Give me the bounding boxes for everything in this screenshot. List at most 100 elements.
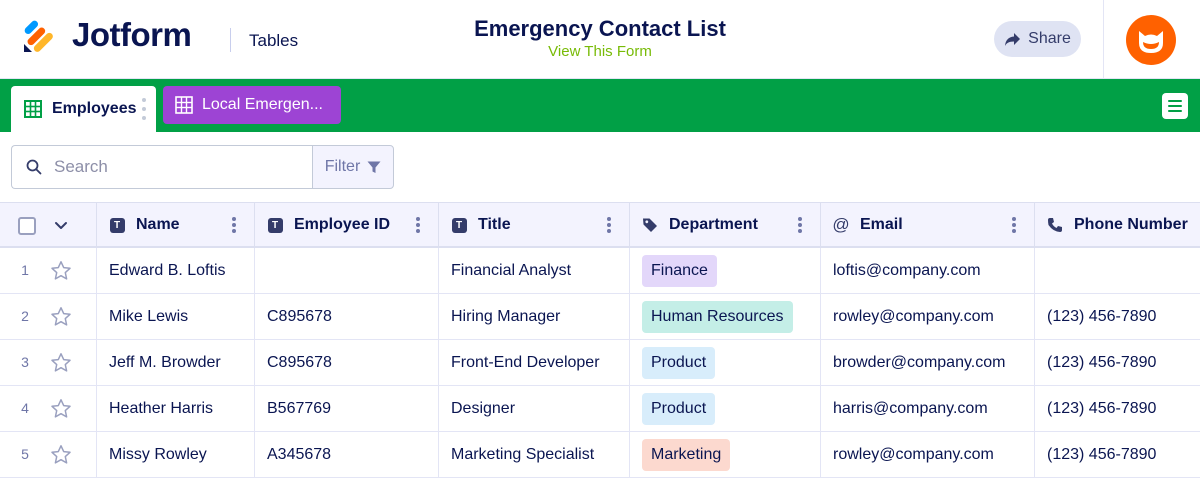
column-header-label: Employee ID bbox=[294, 216, 391, 233]
avatar[interactable] bbox=[1126, 15, 1176, 65]
column-header-label: Department bbox=[669, 216, 758, 233]
department-tag: Product bbox=[642, 346, 716, 379]
cell-department[interactable]: Finance bbox=[630, 248, 821, 293]
star-icon[interactable] bbox=[50, 398, 72, 420]
cell-text: rowley@company.com bbox=[833, 307, 994, 325]
tab-employees[interactable]: Employees bbox=[11, 86, 156, 132]
cell-text: A345678 bbox=[267, 445, 332, 463]
cell-text: C895678 bbox=[267, 307, 332, 325]
cell-email[interactable]: rowley@company.com bbox=[821, 294, 1035, 339]
table-row[interactable]: 1 Edward B. Loftis Financial Analyst Financ… bbox=[0, 248, 1200, 294]
cell-employee-id[interactable] bbox=[255, 248, 439, 293]
cell-name[interactable]: Mike Lewis bbox=[97, 294, 255, 339]
column-options-icon[interactable] bbox=[232, 217, 236, 233]
row-number: 4 bbox=[21, 400, 29, 416]
search-box bbox=[11, 145, 312, 189]
at-icon: @ bbox=[832, 215, 850, 234]
hamburger-menu-icon[interactable] bbox=[1162, 93, 1188, 119]
cell-email[interactable]: browder@company.com bbox=[821, 340, 1035, 385]
star-icon[interactable] bbox=[50, 260, 72, 282]
search-input[interactable] bbox=[54, 157, 284, 177]
table-icon bbox=[24, 100, 42, 118]
cell-phone[interactable]: (123) 456-7890 bbox=[1035, 340, 1200, 385]
cell-department[interactable]: Human Resources bbox=[630, 294, 821, 339]
row-number-cell: 3 bbox=[0, 340, 97, 385]
cell-text: Mike Lewis bbox=[109, 307, 189, 325]
cell-text: C895678 bbox=[267, 353, 332, 371]
table-row[interactable]: 2 Mike Lewis C895678 Hiring Manager Human Re… bbox=[0, 294, 1200, 340]
cell-title[interactable]: Front-End Developer bbox=[439, 340, 630, 385]
column-header-employee-id[interactable]: T Employee ID bbox=[255, 203, 439, 247]
star-icon[interactable] bbox=[50, 444, 72, 466]
cell-text: harris@company.com bbox=[833, 399, 988, 417]
funnel-icon bbox=[367, 161, 381, 173]
department-tag: Product bbox=[642, 392, 716, 425]
column-options-icon[interactable] bbox=[607, 217, 611, 233]
cell-department[interactable]: Product bbox=[630, 340, 821, 385]
cell-title[interactable]: Hiring Manager bbox=[439, 294, 630, 339]
phone-icon bbox=[1048, 218, 1062, 232]
table-header-row: T Name T Employee ID T Title Department bbox=[0, 202, 1200, 248]
cell-employee-id[interactable]: B567769 bbox=[255, 386, 439, 431]
column-header-label: Email bbox=[860, 216, 903, 233]
cell-title[interactable]: Marketing Specialist bbox=[439, 432, 630, 477]
cell-name[interactable]: Edward B. Loftis bbox=[97, 248, 255, 293]
cell-name[interactable]: Missy Rowley bbox=[97, 432, 255, 477]
cell-employee-id[interactable]: A345678 bbox=[255, 432, 439, 477]
share-arrow-icon bbox=[1005, 32, 1021, 46]
table-row[interactable]: 4 Heather Harris B567769 Designer Product har… bbox=[0, 386, 1200, 432]
cell-email[interactable]: harris@company.com bbox=[821, 386, 1035, 431]
brand-divider bbox=[230, 28, 231, 52]
table-row[interactable]: 3 Jeff M. Browder C895678 Front-End Develop… bbox=[0, 340, 1200, 386]
cell-email[interactable]: loftis@company.com bbox=[821, 248, 1035, 293]
cell-title[interactable]: Financial Analyst bbox=[439, 248, 630, 293]
column-header-phone[interactable]: Phone Number bbox=[1035, 203, 1200, 247]
cell-department[interactable]: Product bbox=[630, 386, 821, 431]
row-number: 3 bbox=[21, 354, 29, 370]
column-header-title[interactable]: T Title bbox=[439, 203, 630, 247]
tab-label: Employees bbox=[52, 100, 137, 117]
column-header-email[interactable]: @ Email bbox=[821, 203, 1035, 247]
department-tag: Human Resources bbox=[642, 300, 793, 333]
filter-button[interactable]: Filter bbox=[312, 145, 394, 189]
star-icon[interactable] bbox=[50, 352, 72, 374]
select-all-header bbox=[0, 203, 97, 247]
cell-employee-id[interactable]: C895678 bbox=[255, 340, 439, 385]
product-section-label[interactable]: Tables bbox=[249, 31, 298, 51]
text-type-icon: T bbox=[267, 217, 283, 233]
brand-name[interactable]: Jotform bbox=[72, 16, 192, 54]
share-button[interactable]: Share bbox=[994, 21, 1081, 57]
app-header: Jotform Tables Emergency Contact List Vi… bbox=[0, 0, 1200, 79]
cell-employee-id[interactable]: C895678 bbox=[255, 294, 439, 339]
cell-name[interactable]: Jeff M. Browder bbox=[97, 340, 255, 385]
cell-department[interactable]: Marketing bbox=[630, 432, 821, 477]
tab-local-emergency[interactable]: Local Emergen... bbox=[163, 86, 341, 124]
cell-phone[interactable]: (123) 456-7890 bbox=[1035, 432, 1200, 477]
cell-phone[interactable]: (123) 456-7890 bbox=[1035, 386, 1200, 431]
column-options-icon[interactable] bbox=[1012, 217, 1016, 233]
cell-text: Marketing Specialist bbox=[451, 445, 595, 463]
cell-phone[interactable]: (123) 456-7890 bbox=[1035, 294, 1200, 339]
cell-email[interactable]: rowley@company.com bbox=[821, 432, 1035, 477]
cell-title[interactable]: Designer bbox=[439, 386, 630, 431]
star-icon[interactable] bbox=[50, 306, 72, 328]
cell-text: (123) 456-7890 bbox=[1047, 445, 1157, 463]
view-form-link[interactable]: View This Form bbox=[400, 43, 800, 60]
cell-text: Financial Analyst bbox=[451, 261, 572, 279]
cell-phone[interactable] bbox=[1035, 248, 1200, 293]
chevron-down-icon[interactable] bbox=[53, 217, 69, 233]
cell-name[interactable]: Heather Harris bbox=[97, 386, 255, 431]
column-options-icon[interactable] bbox=[416, 217, 420, 233]
jotform-logo-icon[interactable] bbox=[22, 18, 58, 54]
column-header-department[interactable]: Department bbox=[630, 203, 821, 247]
column-options-icon[interactable] bbox=[798, 217, 802, 233]
table-tabs-bar: Employees Local Emergen... bbox=[0, 79, 1200, 132]
cell-text: Jeff M. Browder bbox=[109, 353, 221, 371]
select-all-checkbox[interactable] bbox=[18, 217, 36, 235]
column-header-label: Phone Number bbox=[1074, 216, 1188, 233]
column-header-name[interactable]: T Name bbox=[97, 203, 255, 247]
table-row[interactable]: 5 Missy Rowley A345678 Marketing Specialist… bbox=[0, 432, 1200, 478]
share-button-label: Share bbox=[1028, 30, 1071, 47]
text-type-icon: T bbox=[109, 217, 125, 233]
tab-options-icon[interactable] bbox=[142, 98, 146, 120]
